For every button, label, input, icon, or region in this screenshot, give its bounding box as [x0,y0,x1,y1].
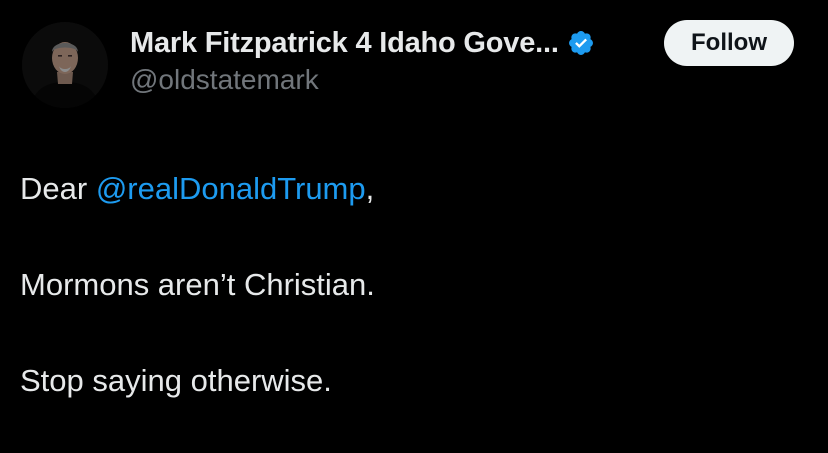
greeting-punctuation: , [365,171,375,206]
author-display-name[interactable]: Mark Fitzpatrick 4 Idaho Gove... [130,27,559,60]
tweet-line-1: Dear @realDonaldTrump, [20,165,810,213]
author-avatar[interactable] [22,22,108,108]
greeting-text: Dear [20,171,96,206]
follow-button[interactable]: Follow [664,20,794,66]
verified-badge-icon [567,29,595,57]
tweet-card: Mark Fitzpatrick 4 Idaho Gove... @oldsta… [0,0,828,426]
tweet-line-3: Stop saying otherwise. [20,363,332,398]
tweet-line-2: Mormons aren’t Christian. [20,267,375,302]
avatar-photo [22,22,108,108]
tweet-text: Dear @realDonaldTrump, Mormons aren’t Ch… [20,165,810,453]
author-handle[interactable]: @oldstatemark [130,64,319,96]
mention-link[interactable]: @realDonaldTrump [96,171,366,206]
author-name-row: Mark Fitzpatrick 4 Idaho Gove... [130,24,595,62]
